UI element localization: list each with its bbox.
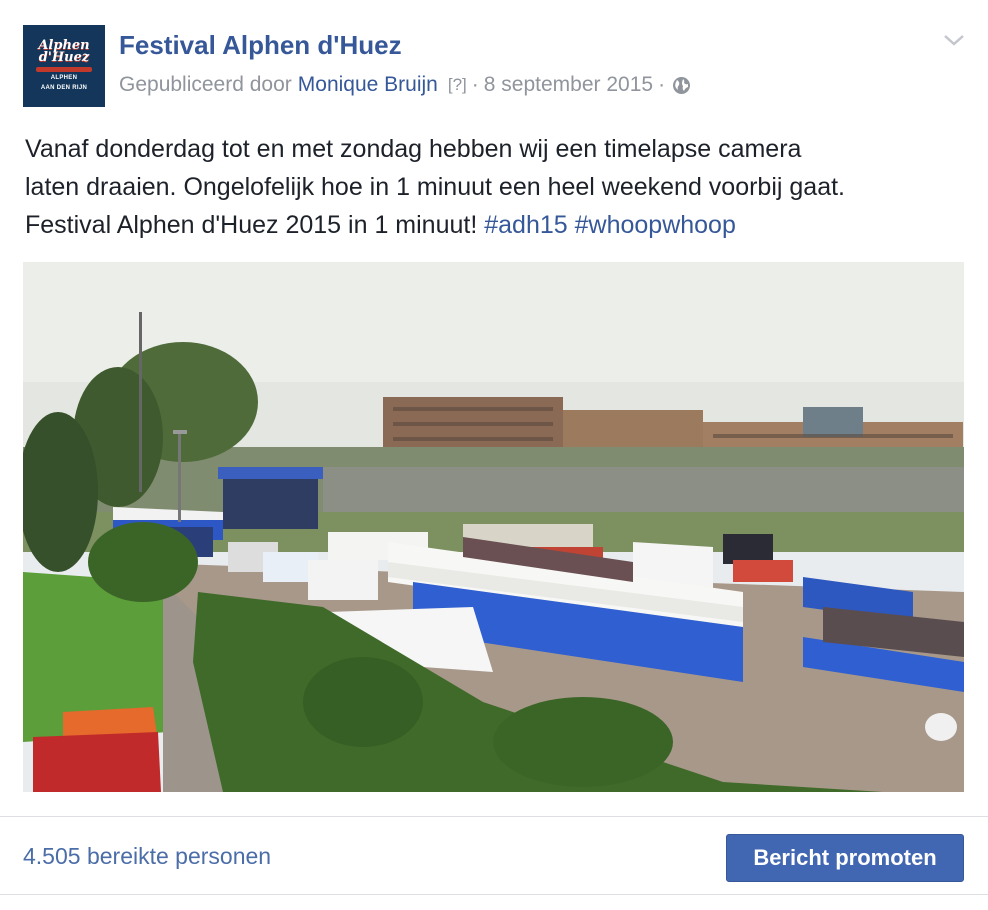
hashtag-link[interactable]: #adh15	[484, 211, 567, 239]
avatar-logo-line2: d'Huez	[38, 50, 90, 65]
author-link[interactable]: Monique Bruijn	[298, 73, 438, 97]
video-thumbnail	[23, 262, 964, 792]
post-video[interactable]	[23, 262, 964, 792]
avatar-logo-sub1: ALPHEN	[50, 75, 78, 81]
meta-separator: ·	[471, 73, 479, 96]
post-message: Vanaf donderdag tot en met zondag hebben…	[25, 130, 965, 244]
post-date-link[interactable]: 8 september 2015	[484, 73, 653, 97]
meta-separator: ·	[658, 73, 666, 96]
avatar-logo-sub2: AAN DEN RIJN	[40, 85, 88, 91]
post-meta: Gepubliceerd door Monique Bruijn [?] · 8…	[119, 73, 691, 97]
post-text-fragment: Festival Alphen d'Huez 2015 in 1 minuut!	[25, 211, 478, 239]
chevron-down-icon[interactable]	[942, 32, 966, 48]
globe-icon[interactable]	[672, 76, 691, 95]
post-text-line: laten draaien. Ongelofelijk hoe in 1 min…	[25, 173, 845, 201]
avatar-logo-band	[36, 67, 92, 72]
published-by-label: Gepubliceerd door	[119, 73, 292, 96]
promote-post-button[interactable]: Bericht promoten	[726, 834, 964, 882]
footer-divider	[0, 816, 988, 817]
page-avatar[interactable]: Alphen d'Huez ALPHEN AAN DEN RIJN	[23, 25, 105, 107]
bottom-divider	[0, 894, 988, 895]
facebook-post: Alphen d'Huez ALPHEN AAN DEN RIJN Festiv…	[0, 0, 988, 910]
help-link[interactable]: [?]	[448, 75, 467, 95]
reach-stats-link[interactable]: 4.505 bereikte personen	[23, 843, 271, 870]
post-text-line: Vanaf donderdag tot en met zondag hebben…	[25, 135, 802, 163]
hashtag-link[interactable]: #whoopwhoop	[575, 211, 736, 239]
post-text-line: Festival Alphen d'Huez 2015 in 1 minuut!…	[25, 206, 965, 244]
page-name-link[interactable]: Festival Alphen d'Huez	[119, 30, 402, 61]
